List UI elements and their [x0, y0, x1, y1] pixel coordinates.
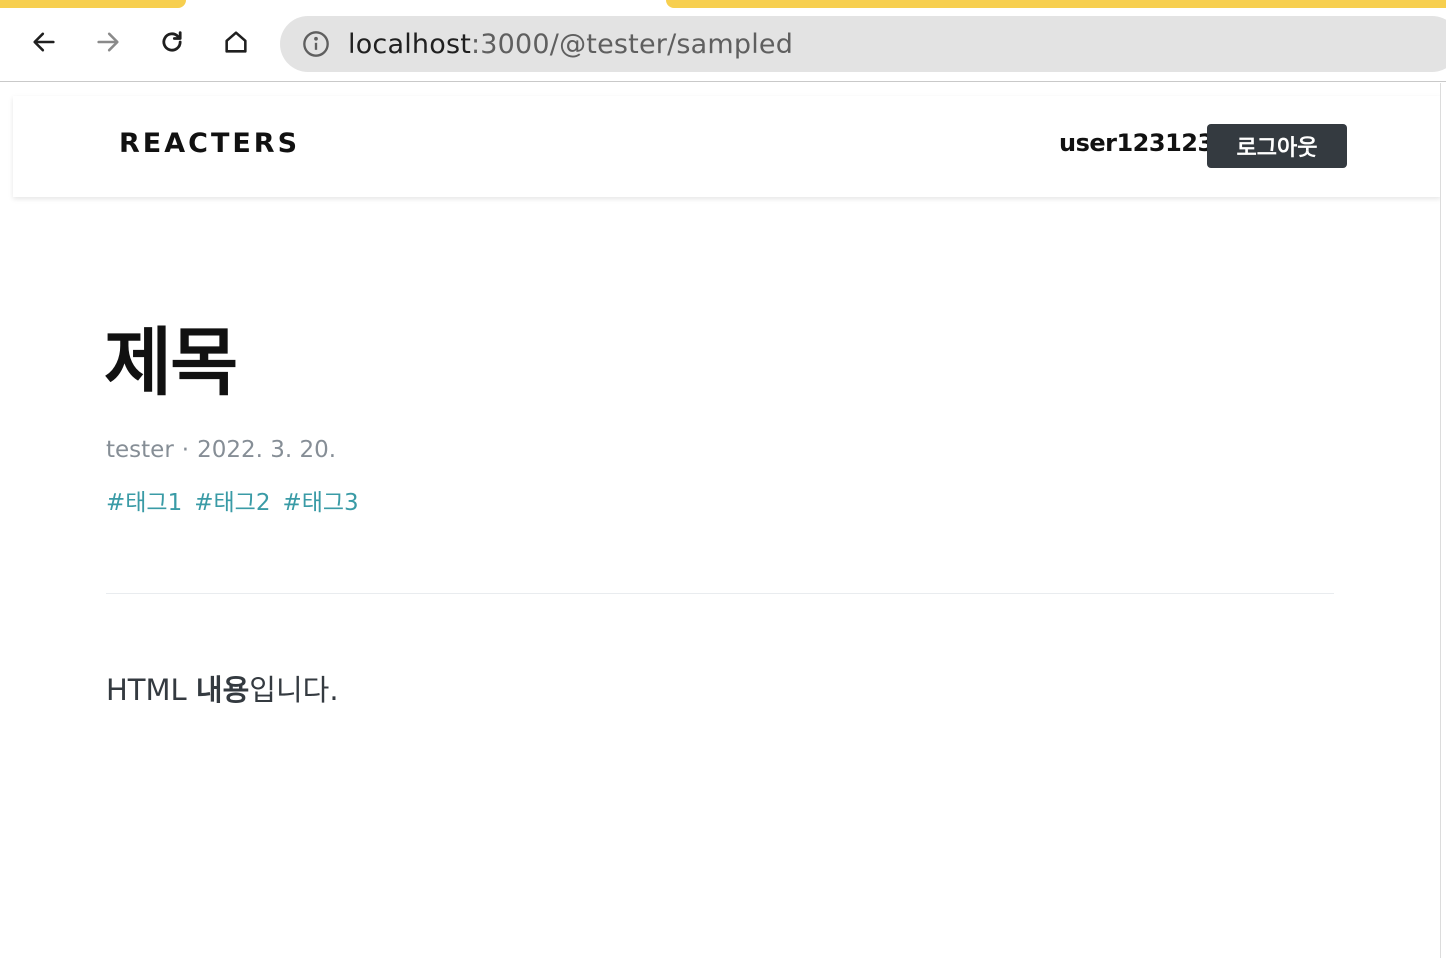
tag-item[interactable]: #태그1	[106, 483, 182, 517]
browser-toolbar: localhost:3000/@tester/sampled	[0, 8, 1446, 82]
home-icon	[225, 31, 247, 53]
page-viewport: REACTERS user123123 로그아웃 제목 tester · 2022.…	[0, 83, 1446, 958]
content-text-bold: 내용	[195, 673, 250, 707]
arrow-left-icon	[33, 32, 55, 52]
home-button[interactable]	[216, 22, 256, 62]
url-host: localhost	[348, 28, 471, 60]
url-text[interactable]: localhost:3000/@tester/sampled	[348, 29, 793, 60]
tag-item[interactable]: #태그3	[282, 483, 358, 517]
post-date: 2022. 3. 20.	[197, 437, 337, 463]
browser-tab-strip	[0, 0, 1446, 8]
meta-separator: ·	[181, 437, 190, 463]
post-meta: tester · 2022. 3. 20.	[106, 437, 336, 463]
browser-tab-left[interactable]	[0, 0, 186, 8]
site-header: REACTERS user123123 로그아웃	[13, 96, 1441, 197]
arrow-right-icon	[97, 32, 119, 52]
reload-icon	[162, 31, 182, 52]
site-logo[interactable]: REACTERS	[119, 128, 300, 159]
post-author[interactable]: tester	[106, 437, 174, 463]
post-content: HTML 내용입니다.	[106, 667, 339, 709]
content-text-end: 입니다.	[249, 673, 339, 707]
username-label: user123123	[1059, 129, 1214, 157]
browser-tab-right[interactable]	[666, 0, 1446, 8]
forward-button[interactable]	[88, 22, 128, 62]
post-title: 제목	[104, 320, 238, 406]
content-divider	[106, 593, 1334, 594]
content-text-start: HTML	[106, 673, 196, 707]
tag-item[interactable]: #태그2	[194, 483, 270, 517]
reload-button[interactable]	[152, 22, 192, 62]
back-button[interactable]	[24, 22, 64, 62]
scrollbar[interactable]	[1440, 83, 1446, 958]
address-bar[interactable]: localhost:3000/@tester/sampled	[280, 16, 1446, 72]
info-icon[interactable]	[302, 30, 330, 58]
url-path: :3000/@tester/sampled	[471, 28, 794, 60]
post-tags: #태그1 #태그2 #태그3	[106, 483, 359, 517]
logout-button[interactable]: 로그아웃	[1207, 124, 1347, 168]
